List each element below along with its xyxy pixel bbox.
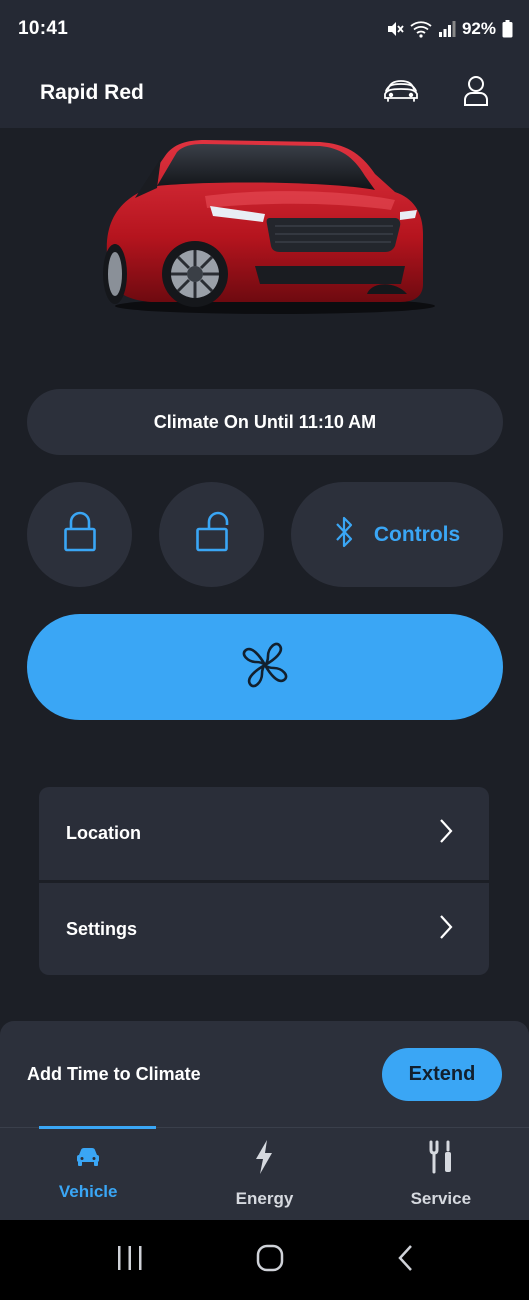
climate-status-banner: Climate On Until 11:10 AM [27, 389, 503, 455]
recents-icon[interactable] [117, 1245, 143, 1275]
unlock-icon [195, 511, 229, 558]
tab-label: Service [410, 1188, 472, 1208]
vehicle-image [95, 134, 440, 319]
vehicle-switch-icon[interactable] [383, 76, 419, 111]
menu-item-label: Location [66, 823, 141, 843]
signal-icon [438, 20, 456, 38]
extend-button[interactable]: Extend [382, 1047, 502, 1101]
add-time-label: Add Time to Climate [27, 1063, 201, 1084]
chevron-right-icon [439, 914, 453, 945]
climate-fan-button[interactable] [27, 614, 503, 720]
car-icon [76, 1147, 100, 1172]
tab-label: Vehicle [58, 1181, 118, 1201]
fan-icon [238, 638, 292, 697]
menu-item-location[interactable]: Location [39, 787, 489, 880]
tab-label: Energy [235, 1188, 294, 1208]
home-icon[interactable] [256, 1244, 284, 1277]
bottom-nav: Vehicle Energy Service [0, 1126, 529, 1220]
tab-service[interactable]: Service [353, 1128, 529, 1220]
lock-button[interactable] [27, 482, 132, 587]
back-icon[interactable] [397, 1244, 413, 1277]
unlock-button[interactable] [159, 482, 264, 587]
lock-icon [63, 511, 97, 558]
status-icons: 92% [386, 19, 513, 39]
lightning-icon [254, 1139, 274, 1179]
controls-button[interactable]: Controls [291, 482, 503, 587]
battery-icon [502, 20, 513, 38]
tab-vehicle[interactable]: Vehicle [0, 1126, 176, 1220]
status-bar: 10:41 92% [0, 0, 529, 58]
app-header: Rapid Red [0, 58, 529, 128]
chevron-right-icon [439, 818, 453, 849]
battery-percent: 92% [461, 19, 496, 38]
tools-icon [428, 1140, 454, 1179]
bluetooth-icon [334, 513, 354, 556]
status-time: 10:41 [18, 18, 69, 39]
controls-label: Controls [373, 522, 461, 546]
vehicle-name: Rapid Red [40, 81, 144, 104]
wifi-icon [410, 20, 432, 38]
active-tab-indicator [39, 1126, 156, 1129]
account-icon[interactable] [463, 75, 489, 112]
tab-energy[interactable]: Energy [176, 1128, 352, 1220]
system-nav-bar [0, 1220, 529, 1300]
add-time-panel: Add Time to Climate Extend [0, 1021, 529, 1127]
vehicle-menu: Location Settings [39, 787, 489, 975]
menu-item-label: Settings [66, 919, 138, 939]
mute-icon [386, 20, 404, 38]
menu-item-settings[interactable]: Settings [39, 883, 489, 975]
